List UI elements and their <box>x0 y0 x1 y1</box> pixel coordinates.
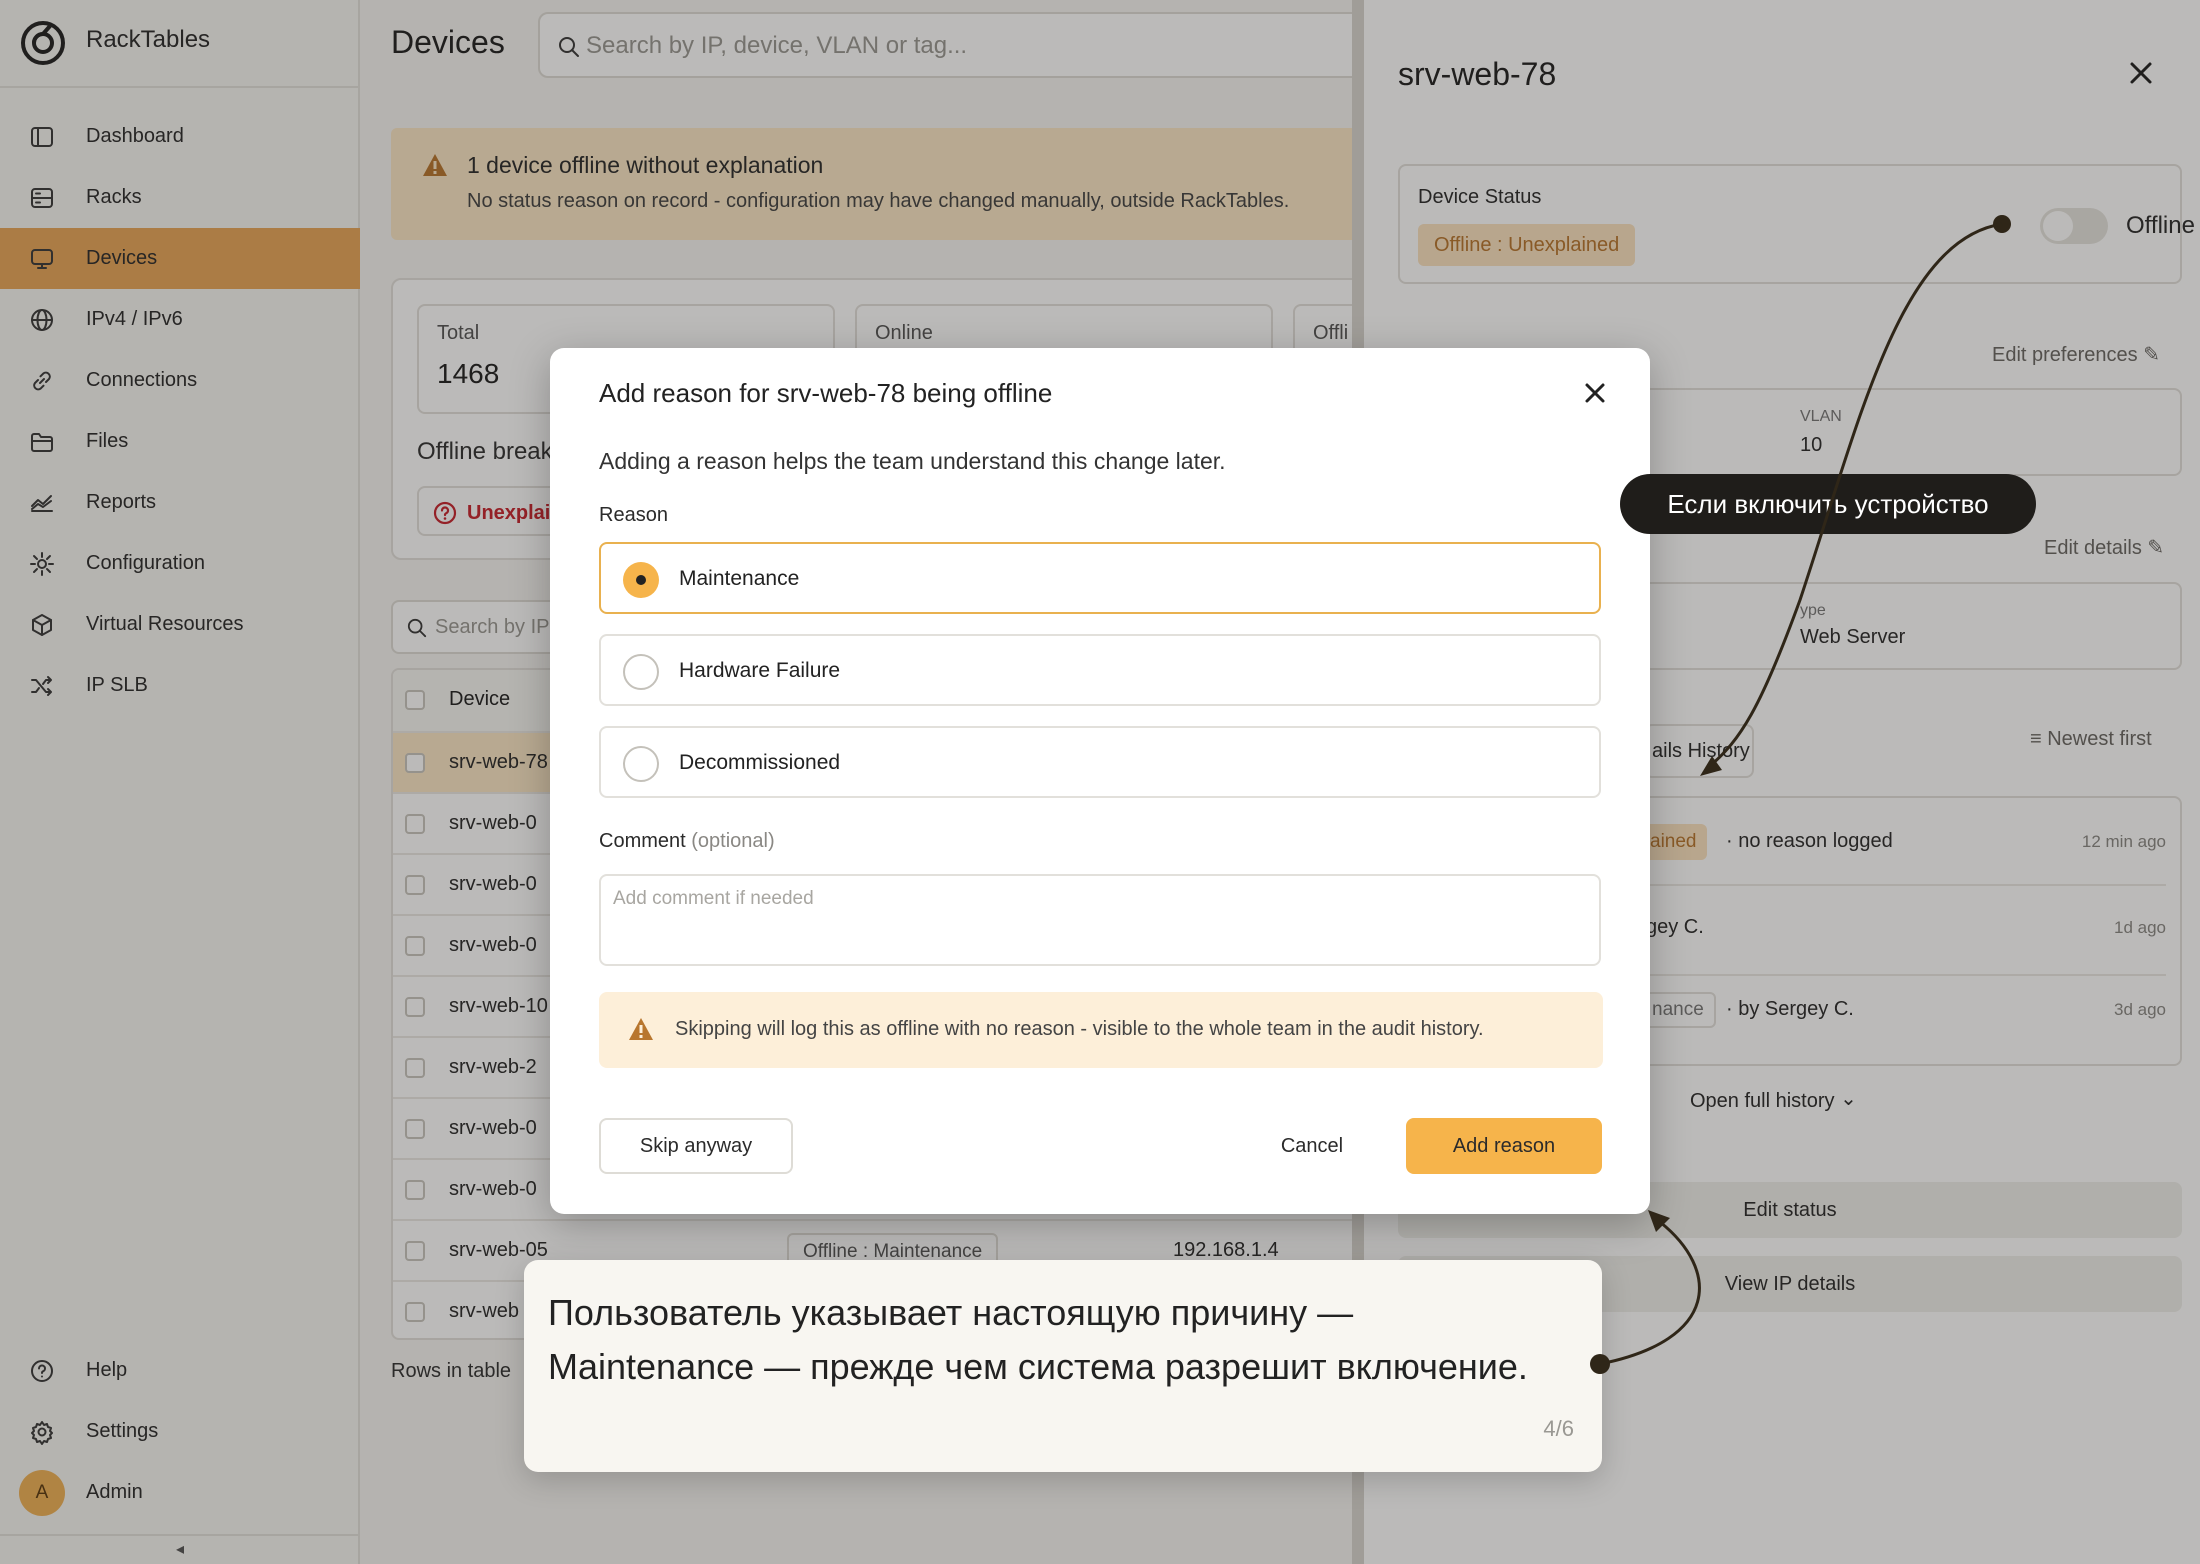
comment-label-text: Comment <box>599 830 686 852</box>
comment-placeholder: Add comment if needed <box>613 888 814 909</box>
reason-option-label: Decommissioned <box>679 751 841 774</box>
tour-step-text: Пользователь указывает настоящую причину… <box>548 1292 1528 1387</box>
cancel-button[interactable]: Cancel <box>1242 1118 1382 1174</box>
add-reason-button[interactable]: Add reason <box>1406 1118 1602 1174</box>
skip-warning-text: Skipping will log this as offline with n… <box>675 1018 1484 1040</box>
reason-option-decommissioned[interactable]: Decommissioned <box>599 726 1601 798</box>
reason-option-maintenance[interactable]: Maintenance <box>599 542 1601 614</box>
dialog-subtitle: Adding a reason helps the team understan… <box>599 448 1226 474</box>
tour-step-card: Пользователь указывает настоящую причину… <box>524 1260 1602 1472</box>
comment-textarea[interactable]: Add comment if needed <box>599 874 1601 966</box>
reason-option-label: Maintenance <box>679 567 800 590</box>
add-reason-dialog: Add reason for srv-web-78 being offline … <box>550 348 1650 1214</box>
radio-button[interactable] <box>623 654 659 690</box>
warning-icon <box>629 1018 653 1040</box>
close-icon[interactable] <box>1582 380 1608 406</box>
radio-button[interactable] <box>623 562 659 598</box>
skip-warning: Skipping will log this as offline with n… <box>599 992 1603 1068</box>
reason-option-label: Hardware Failure <box>679 659 841 682</box>
tour-tooltip: Если включить устройство <box>1620 474 2036 534</box>
comment-optional: (optional) <box>691 830 775 852</box>
tour-progress: 4/6 <box>1543 1416 1574 1441</box>
comment-label: Comment (optional) <box>599 830 775 853</box>
radio-button[interactable] <box>623 746 659 782</box>
reason-label: Reason <box>599 504 668 526</box>
skip-anyway-button[interactable]: Skip anyway <box>599 1118 793 1174</box>
reason-option-hardware-failure[interactable]: Hardware Failure <box>599 634 1601 706</box>
dialog-title: Add reason for srv-web-78 being offline <box>599 378 1053 408</box>
